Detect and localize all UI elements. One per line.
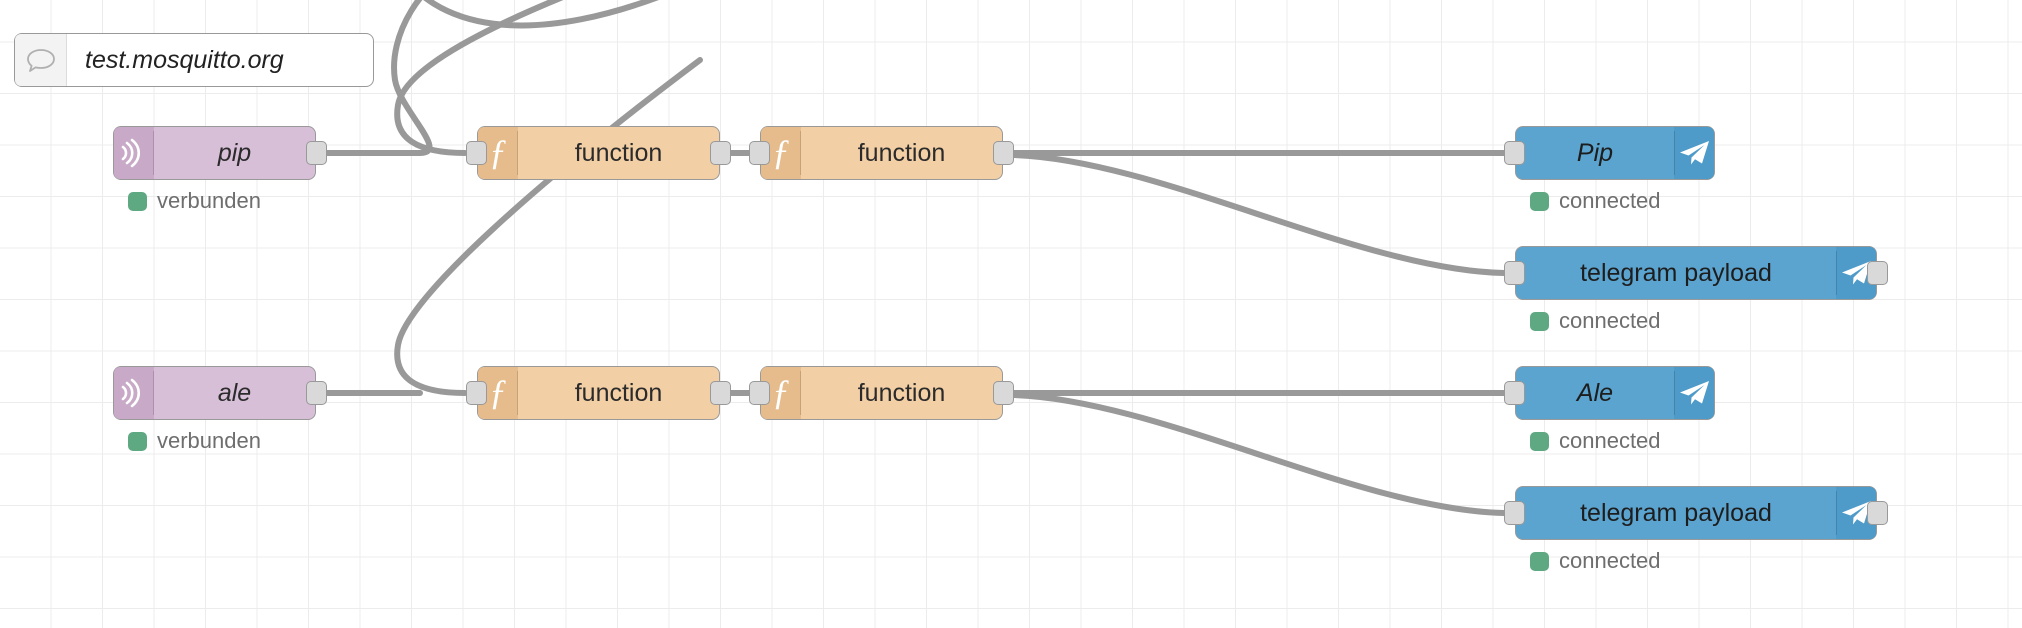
node-icon-box: [114, 127, 154, 179]
node-mqtt-in-pip[interactable]: pip: [113, 126, 327, 180]
comment-text: test.mosquitto.org: [85, 45, 284, 74]
node-icon-box: [114, 367, 154, 419]
node-output-port[interactable]: [306, 381, 327, 405]
node-status: connected: [1530, 428, 1661, 454]
node-function-ale-1[interactable]: ƒ function: [466, 366, 731, 420]
node-output-port[interactable]: [993, 141, 1014, 165]
node-input-port[interactable]: [749, 141, 770, 165]
status-text: connected: [1559, 428, 1661, 453]
node-function-pip-1[interactable]: ƒ function: [466, 126, 731, 180]
status-dot: [1530, 311, 1549, 331]
node-input-port[interactable]: [466, 141, 487, 165]
wire-curve-into-fn3[interactable]: [394, 57, 703, 396]
comment-node[interactable]: test.mosquitto.org: [14, 33, 374, 87]
node-label: Pip: [1576, 138, 1614, 167]
flow-canvas[interactable]: test.mosquitto.org pip verbunden ale verbund…: [0, 0, 2022, 628]
status-dot: [1530, 431, 1549, 451]
node-input-port[interactable]: [749, 381, 770, 405]
node-function-ale-2[interactable]: ƒ function: [749, 366, 1014, 420]
node-output-port[interactable]: [1867, 261, 1888, 285]
node-mqtt-in-ale[interactable]: ale: [113, 366, 327, 420]
status-text: connected: [1559, 548, 1661, 573]
wire-fn4-to-payload[interactable]: [1011, 392, 1507, 516]
node-input-port[interactable]: [466, 381, 487, 405]
node-output-port[interactable]: [710, 381, 731, 405]
telegram-paper-plane-icon: [1680, 381, 1709, 405]
node-status: connected: [1530, 188, 1661, 214]
node-input-port[interactable]: [1504, 261, 1525, 285]
node-telegram-ale[interactable]: Ale: [1504, 366, 1715, 420]
mqtt-signal-icon: [121, 138, 141, 168]
node-label: telegram payload: [1580, 498, 1772, 527]
node-label: pip: [217, 138, 252, 167]
node-input-port[interactable]: [1504, 141, 1525, 165]
node-output-port[interactable]: [710, 141, 731, 165]
node-status: connected: [1530, 308, 1661, 334]
node-label: function: [857, 138, 946, 167]
node-label: function: [857, 378, 946, 407]
node-status: verbunden: [128, 188, 261, 214]
node-label: function: [574, 138, 663, 167]
node-input-port[interactable]: [1504, 381, 1525, 405]
node-label: ale: [217, 378, 252, 407]
telegram-paper-plane-icon: [1680, 141, 1709, 165]
status-text: connected: [1559, 188, 1661, 213]
node-input-port[interactable]: [1504, 501, 1525, 525]
node-status: connected: [1530, 548, 1661, 574]
status-text: verbunden: [157, 428, 261, 453]
status-dot: [128, 431, 147, 451]
status-text: verbunden: [157, 188, 261, 213]
wire-fn2-to-payload[interactable]: [1011, 152, 1507, 276]
mqtt-signal-icon: [121, 378, 141, 408]
node-icon-box: [1674, 127, 1714, 179]
function-f-icon: ƒ: [489, 372, 507, 412]
node-telegram-payload-ale[interactable]: telegram payload: [1504, 486, 1888, 540]
node-output-port[interactable]: [1867, 501, 1888, 525]
comment-icon-box: [15, 34, 67, 86]
function-f-icon: ƒ: [772, 132, 790, 172]
node-icon-box: [1674, 367, 1714, 419]
node-label: function: [574, 378, 663, 407]
status-text: connected: [1559, 308, 1661, 333]
function-f-icon: ƒ: [772, 372, 790, 412]
node-output-port[interactable]: [306, 141, 327, 165]
status-dot: [128, 191, 147, 211]
node-telegram-pip[interactable]: Pip: [1504, 126, 1715, 180]
node-label: telegram payload: [1580, 258, 1772, 287]
function-f-icon: ƒ: [489, 132, 507, 172]
comment-bubble-icon: [27, 49, 55, 72]
node-function-pip-2[interactable]: ƒ function: [749, 126, 1014, 180]
node-label: Ale: [1576, 378, 1614, 407]
wire-offscreen-a[interactable]: [400, 0, 700, 29]
node-telegram-payload-pip[interactable]: telegram payload: [1504, 246, 1888, 300]
status-dot: [1530, 191, 1549, 211]
node-output-port[interactable]: [993, 381, 1014, 405]
status-dot: [1530, 551, 1549, 571]
node-status: verbunden: [128, 428, 261, 454]
